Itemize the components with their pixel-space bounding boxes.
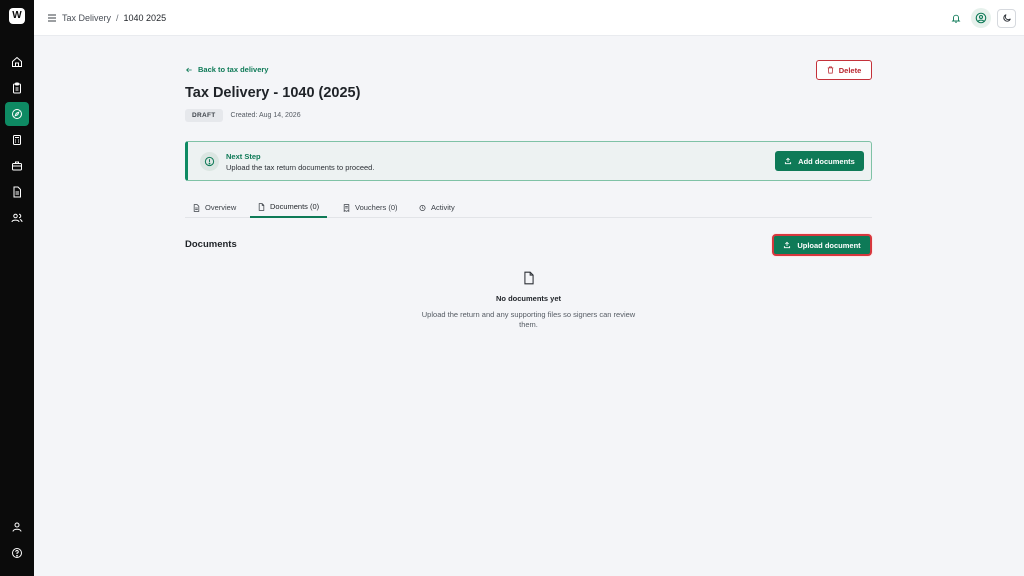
sidebar-item-profile[interactable] <box>5 515 29 539</box>
arrow-left-icon <box>186 67 192 72</box>
tab-overview-label: Overview <box>205 203 237 212</box>
calculator-icon <box>13 135 21 145</box>
back-to-tax-delivery-link[interactable]: Back to tax delivery <box>185 65 268 74</box>
tab-activity[interactable]: Activity <box>411 197 463 218</box>
sidebar-item-calculator[interactable] <box>5 128 29 152</box>
breadcrumb: Tax Delivery / 1040 2025 <box>62 12 166 24</box>
tab-bar: Overview Documents (0) Vouchers (0) Acti… <box>185 197 872 218</box>
status-badge: DRAFT <box>185 109 223 122</box>
sidebar-item-documents[interactable] <box>5 180 29 204</box>
tab-vouchers-label: Vouchers (0) <box>355 203 398 212</box>
user-icon <box>12 522 22 532</box>
status-row: DRAFT Created: Aug 14, 2026 <box>185 109 301 122</box>
receipt-icon <box>343 203 350 212</box>
logo-text: W <box>12 10 22 21</box>
upload-icon <box>785 157 792 165</box>
document-icon <box>13 186 21 198</box>
add-documents-button[interactable]: Add documents <box>775 151 864 171</box>
theme-toggle-button[interactable] <box>997 8 1016 28</box>
sidebar-item-clipboard[interactable] <box>5 76 29 100</box>
sidebar-item-briefcase[interactable] <box>5 154 29 178</box>
home-icon <box>12 56 22 67</box>
top-bar: Tax Delivery / 1040 2025 <box>34 0 1024 36</box>
breadcrumb-separator: / <box>116 13 119 23</box>
empty-state-description: Upload the return and any supporting fil… <box>421 310 636 329</box>
delete-label: Delete <box>838 65 862 75</box>
tab-activity-label: Activity <box>431 203 455 212</box>
compass-icon <box>12 109 22 119</box>
tab-vouchers[interactable]: Vouchers (0) <box>335 197 406 218</box>
briefcase-icon <box>12 161 22 171</box>
sidebar-item-users[interactable] <box>5 206 29 230</box>
next-step-icon-wrap <box>200 152 219 171</box>
delete-button[interactable]: Delete <box>816 60 872 80</box>
created-date: Created: Aug 14, 2026 <box>230 112 301 119</box>
alert-circle-icon <box>204 156 215 167</box>
upload-document-label: Upload document <box>797 240 861 250</box>
tab-overview[interactable]: Overview <box>185 197 244 218</box>
user-circle-icon <box>975 12 987 24</box>
sidebar: W <box>0 0 34 576</box>
page-title: Tax Delivery - 1040 (2025) <box>185 85 361 101</box>
users-icon <box>11 213 23 223</box>
add-documents-label: Add documents <box>798 156 855 166</box>
upload-document-button[interactable]: Upload document <box>772 234 872 256</box>
document-icon <box>193 203 200 212</box>
breadcrumb-tax-delivery[interactable]: Tax Delivery <box>62 13 111 23</box>
file-icon <box>523 271 534 285</box>
bell-icon <box>951 14 961 23</box>
empty-state-title: No documents yet <box>495 294 561 303</box>
next-step-title: Next Step <box>226 152 261 161</box>
file-icon <box>258 202 265 211</box>
top-actions <box>947 8 1016 28</box>
trash-icon <box>827 66 834 74</box>
menu-icon[interactable] <box>46 12 58 24</box>
moon-icon <box>1002 14 1011 22</box>
clock-icon <box>419 204 426 211</box>
tab-documents-label: Documents (0) <box>270 202 320 211</box>
empty-state: No documents yet Upload the return and a… <box>185 271 872 330</box>
next-step-banner: Next Step Upload the tax return document… <box>185 141 872 181</box>
help-icon <box>12 548 22 558</box>
notifications-button[interactable] <box>947 9 965 27</box>
sidebar-item-help[interactable] <box>5 541 29 565</box>
app-logo[interactable]: W <box>9 8 25 24</box>
upload-icon <box>784 241 791 249</box>
next-step-description: Upload the tax return documents to proce… <box>226 163 375 172</box>
sidebar-item-home[interactable] <box>5 50 29 74</box>
documents-section-title: Documents <box>185 239 237 250</box>
tab-documents[interactable]: Documents (0) <box>250 197 328 218</box>
clipboard-icon <box>13 82 21 94</box>
back-link-label: Back to tax delivery <box>198 65 269 74</box>
sidebar-item-tax-delivery[interactable] <box>5 102 29 126</box>
breadcrumb-current: 1040 2025 <box>123 13 167 23</box>
user-menu-button[interactable] <box>971 8 991 28</box>
